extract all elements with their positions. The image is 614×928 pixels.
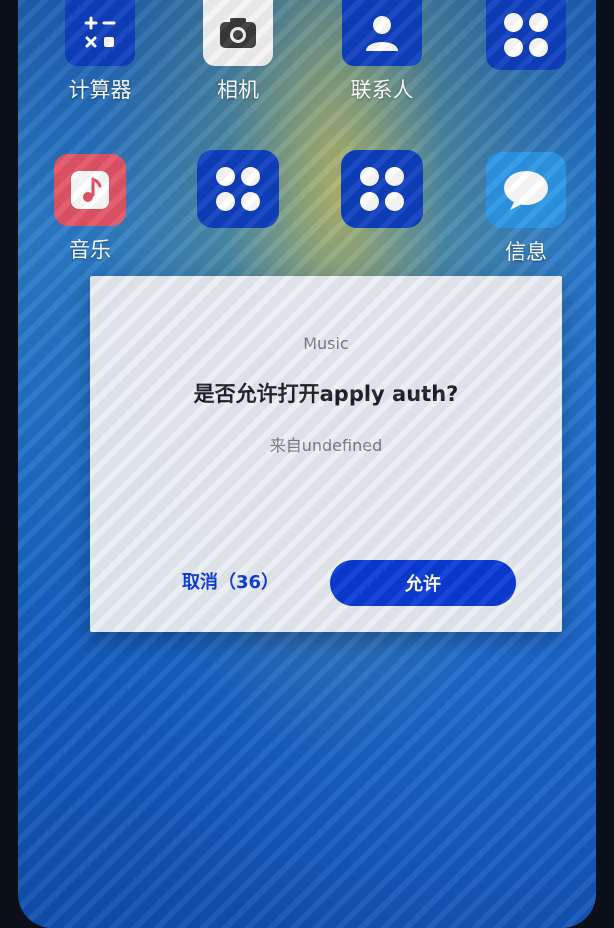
app-grid-2[interactable] — [190, 150, 286, 228]
messages-icon — [486, 152, 566, 228]
cancel-button[interactable]: 取消（36） — [182, 568, 279, 594]
dialog-app-name: Music — [303, 334, 349, 353]
allow-button[interactable]: 允许 — [330, 560, 516, 606]
app-label: 音乐 — [69, 238, 111, 262]
app-contacts[interactable]: 联系人 — [334, 0, 430, 104]
app-messages[interactable]: 信息 — [478, 152, 574, 266]
app-calculator[interactable]: 计算器 — [52, 0, 148, 104]
music-icon — [54, 154, 126, 226]
app-label: 信息 — [505, 240, 547, 264]
dialog-subtitle: 来自undefined — [269, 436, 383, 455]
app-label: 相机 — [217, 78, 259, 102]
permission-dialog: Music 是否允许打开apply auth? 来自undefined 取消（3… — [90, 276, 562, 632]
app-grid-icon — [197, 150, 279, 228]
app-grid-3[interactable] — [334, 150, 430, 228]
dialog-title: 是否允许打开apply auth? — [193, 382, 459, 406]
camera-icon — [203, 0, 273, 66]
home-screen: 计算器 相机 联系人 音乐 信息 Music 是否允许打开apply auth?… — [18, 0, 596, 928]
contacts-icon — [342, 0, 422, 66]
app-grid-icon — [341, 150, 423, 228]
app-label: 联系人 — [350, 78, 414, 102]
app-camera[interactable]: 相机 — [190, 0, 286, 104]
app-music[interactable]: 音乐 — [42, 154, 138, 264]
app-grid-icon — [486, 0, 566, 70]
app-grid-1[interactable] — [478, 0, 574, 70]
app-label: 计算器 — [68, 78, 132, 102]
calculator-icon — [65, 0, 135, 66]
